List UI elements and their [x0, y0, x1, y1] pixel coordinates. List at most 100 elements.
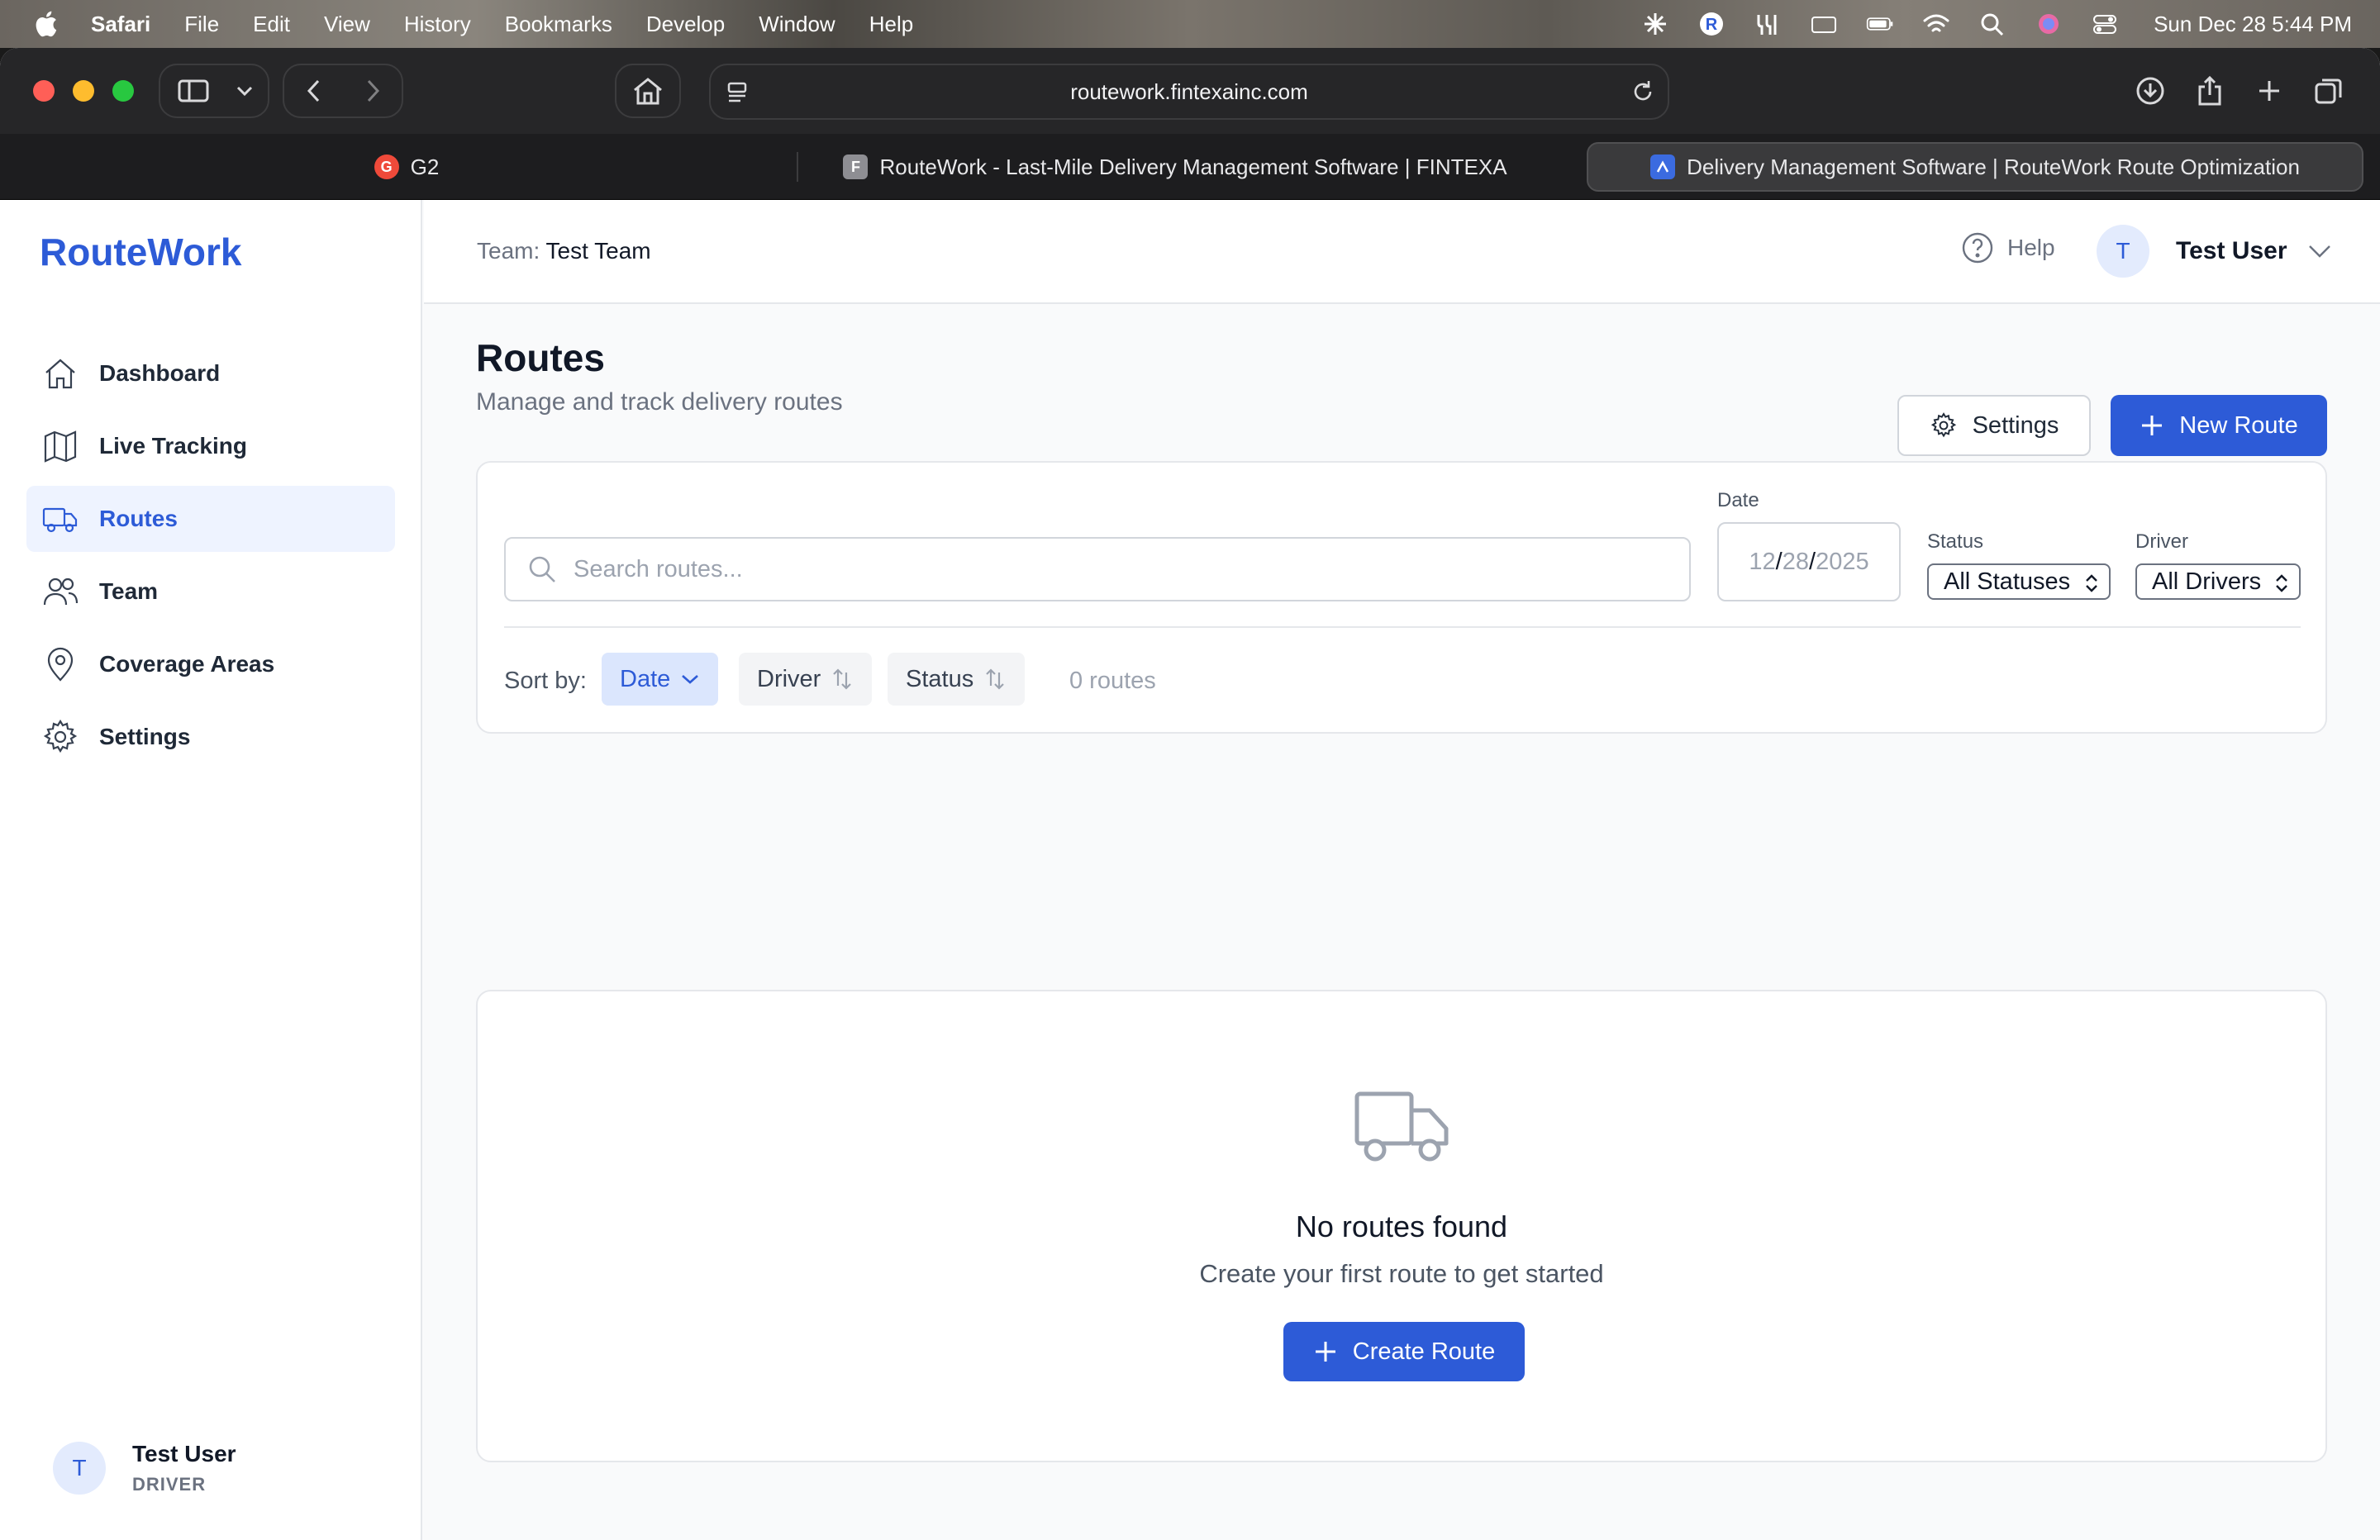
sidebar-item-live-tracking[interactable]: Live Tracking [26, 413, 395, 479]
app-header: Team: Test Team Help T Test User [424, 200, 2380, 304]
zoom-window-button[interactable] [112, 80, 134, 102]
new-route-button[interactable]: New Route [2111, 395, 2327, 456]
driver-filter-label: Driver [2135, 530, 2188, 553]
keyboard-icon[interactable] [1810, 12, 1838, 36]
menu-help[interactable]: Help [869, 12, 913, 37]
sort-by-driver-button[interactable]: Driver [739, 653, 873, 706]
control-center-icon[interactable] [2091, 12, 2119, 36]
select-arrows-icon [2276, 574, 2287, 592]
tab-routework-fintexa[interactable]: F RouteWork - Last-Mile Delivery Managem… [798, 142, 1552, 192]
plus-icon [2259, 81, 2279, 101]
status-filter-label: Status [1927, 530, 1984, 553]
page-subtitle: Manage and track delivery routes [476, 388, 843, 416]
site-settings-icon[interactable] [726, 80, 750, 105]
driver-select[interactable]: All Drivers [2135, 563, 2301, 600]
share-button[interactable] [2180, 75, 2240, 107]
menu-bookmarks[interactable]: Bookmarks [505, 12, 612, 37]
driver-select-value: All Drivers [2152, 568, 2262, 595]
menu-view[interactable]: View [324, 12, 370, 37]
tab-group-menu-button[interactable] [226, 85, 263, 97]
menu-edit[interactable]: Edit [253, 12, 290, 37]
spotlight-search-icon[interactable] [1978, 12, 2006, 36]
downloads-button[interactable] [2121, 76, 2180, 106]
status-select[interactable]: All Statuses [1927, 563, 2111, 600]
home-button[interactable] [615, 64, 681, 118]
user-menu[interactable]: T Test User [2097, 225, 2332, 278]
create-route-button[interactable]: Create Route [1283, 1322, 1525, 1381]
help-link[interactable]: Help [1961, 231, 2055, 264]
chevron-down-icon [2308, 245, 2330, 258]
avatar: T [2097, 225, 2149, 278]
apple-icon[interactable] [33, 10, 58, 38]
wifi-icon[interactable] [1922, 12, 1950, 36]
create-route-button-label: Create Route [1352, 1338, 1496, 1365]
fintexa-favicon-icon: F [843, 154, 869, 179]
tab-g2[interactable]: G G2 [17, 142, 797, 192]
brand-logo[interactable]: RouteWork [40, 230, 242, 274]
home-icon [634, 78, 662, 105]
select-arrows-icon [2086, 574, 2097, 592]
sidebar-nav: Dashboard Live Tracking Routes Team Cove… [26, 340, 395, 777]
sidebar-item-coverage-areas[interactable]: Coverage Areas [26, 631, 395, 697]
svg-text:R: R [1706, 16, 1718, 34]
tools-icon[interactable] [1754, 12, 1782, 36]
status-select-value: All Statuses [1944, 568, 2071, 595]
date-month[interactable]: 12 [1749, 549, 1775, 576]
reload-icon[interactable] [1630, 78, 1656, 105]
menu-history[interactable]: History [404, 12, 471, 37]
sort-by-date-button[interactable]: Date [602, 653, 719, 706]
close-window-button[interactable] [33, 80, 55, 102]
sidebar-item-routes[interactable]: Routes [26, 486, 395, 552]
sidebar-toggle-button[interactable] [160, 78, 226, 103]
settings-button[interactable]: Settings [1897, 395, 2091, 456]
date-year[interactable]: 2025 [1816, 549, 1869, 576]
sidebar-item-label: Team [99, 578, 159, 604]
date-day[interactable]: 28 [1783, 549, 1809, 576]
date-input[interactable]: 12/28/2025 [1717, 522, 1901, 601]
siri-icon[interactable] [2035, 12, 2063, 36]
map-icon [44, 430, 77, 463]
sidebar-item-label: Dashboard [99, 360, 221, 386]
menu-develop[interactable]: Develop [646, 12, 725, 37]
address-bar[interactable]: routework.fintexainc.com [709, 64, 1669, 120]
truck-icon [1354, 1091, 1449, 1162]
url-text[interactable]: routework.fintexainc.com [1070, 79, 1308, 105]
window-controls [33, 80, 134, 102]
new-tab-button[interactable] [2240, 78, 2299, 103]
menu-file[interactable]: File [184, 12, 219, 37]
map-pin-icon [47, 647, 74, 682]
menu-app-name[interactable]: Safari [91, 12, 150, 37]
toolbar-actions [2121, 64, 2360, 118]
sparkle-icon[interactable] [1641, 12, 1669, 36]
tab-title: G2 [410, 154, 440, 179]
tab-overview-icon [2315, 78, 2342, 104]
tab-title: Delivery Management Software | RouteWork… [1687, 154, 2300, 179]
back-button[interactable] [284, 78, 343, 103]
sidebar-item-settings[interactable]: Settings [26, 704, 395, 770]
sort-option-label: Date [620, 665, 671, 692]
search-input[interactable] [574, 555, 1648, 583]
chevron-right-icon [367, 79, 379, 102]
forward-button[interactable] [343, 78, 402, 103]
sidebar-user-profile[interactable]: T Test User DRIVER [53, 1441, 236, 1495]
sort-by-status-button[interactable]: Status [888, 653, 1026, 706]
help-label: Help [2007, 235, 2055, 260]
tab-routework-active[interactable]: Delivery Management Software | RouteWork… [1587, 142, 2363, 192]
tab-overview-button[interactable] [2299, 76, 2359, 106]
sidebar-item-label: Routes [99, 506, 178, 531]
home-icon [45, 359, 75, 389]
sidebar-item-dashboard[interactable]: Dashboard [26, 340, 395, 406]
download-icon [2136, 77, 2164, 105]
sidebar-user-name: Test User [132, 1441, 236, 1466]
menubar-clock[interactable]: Sun Dec 28 5:44 PM [2154, 12, 2352, 37]
menu-window[interactable]: Window [759, 12, 835, 37]
r-app-icon[interactable]: R [1697, 12, 1726, 36]
search-field[interactable] [504, 537, 1691, 601]
help-circle-icon [1962, 232, 1993, 264]
minimize-window-button[interactable] [73, 80, 94, 102]
sidebar-toggle-group [159, 64, 269, 118]
sidebar-item-team[interactable]: Team [26, 558, 395, 625]
battery-icon[interactable] [1866, 12, 1894, 36]
sort-option-label: Status [906, 665, 974, 692]
chevron-down-icon [236, 86, 253, 97]
